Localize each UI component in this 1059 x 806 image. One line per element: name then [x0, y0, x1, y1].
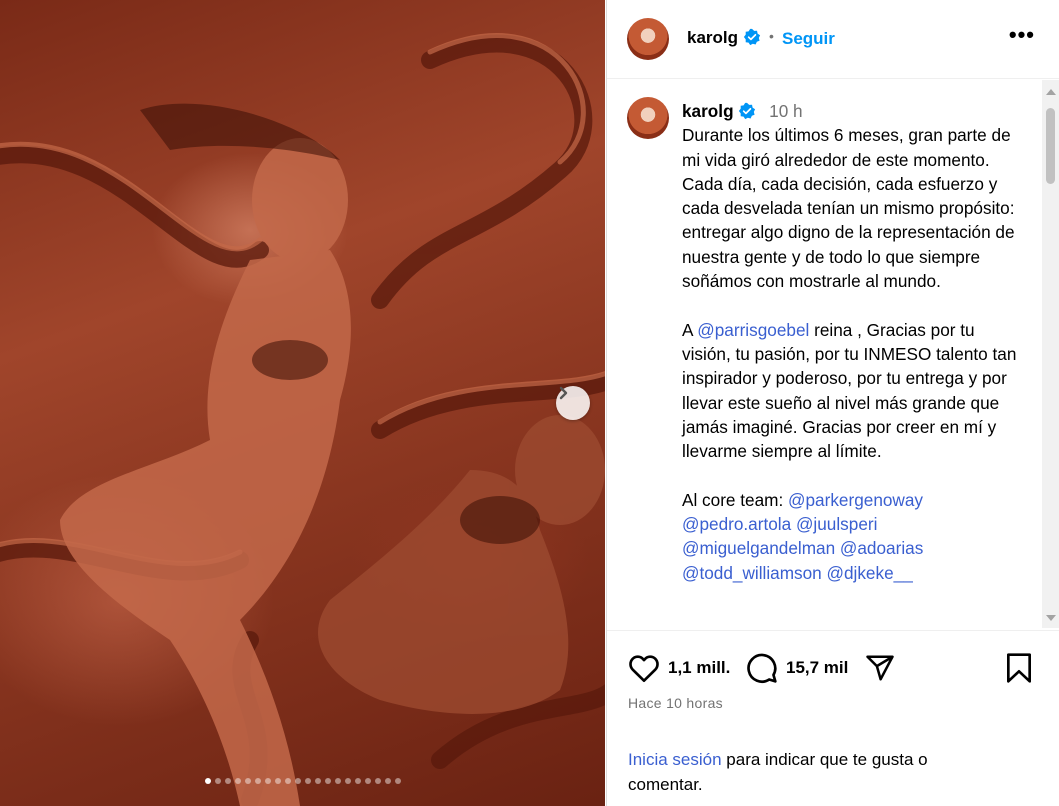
separator-dot: •	[769, 28, 774, 44]
caption-paragraph: Durante los últimos 6 meses, gran parte …	[682, 123, 1027, 293]
mention-link[interactable]: @adoarias	[840, 538, 923, 558]
username-link[interactable]: karolg	[687, 28, 761, 48]
bookmark-icon[interactable]	[1005, 652, 1033, 684]
caption-meta: karolg 10 h	[682, 99, 1027, 123]
caption-text: reina , Gracias por tu visión, tu pasión…	[682, 319, 1017, 462]
login-prompt: Inicia sesión para indicar que te gusta …	[628, 747, 988, 797]
mention-link[interactable]: @parrisgoebel	[697, 320, 809, 340]
caption-text: Durante los últimos 6 meses, gran parte …	[682, 125, 1015, 292]
post-time[interactable]: 10 h	[769, 101, 802, 121]
carousel-dot	[244, 778, 251, 784]
avatar[interactable]	[627, 97, 669, 139]
scroll-up-arrow[interactable]	[1046, 89, 1056, 95]
carousel-dot	[234, 778, 241, 784]
verified-badge-icon	[743, 28, 760, 46]
caption-paragraph: A @parrisgoebel reina , Gracias por tu v…	[682, 318, 1027, 464]
carousel-dot	[314, 778, 321, 784]
comment-icon[interactable]	[746, 652, 778, 684]
caption-scroll-area[interactable]: karolg 10 h Durante los últimos 6 meses,…	[607, 80, 1059, 630]
follow-button[interactable]: Seguir	[782, 29, 835, 49]
caption-username[interactable]: karolg	[682, 101, 734, 121]
carousel-dot	[284, 778, 291, 784]
caption-paragraph: Al core team: @parkergenoway @pedro.arto…	[682, 488, 1027, 585]
comment-count[interactable]: 15,7 mil	[786, 658, 848, 678]
carousel-dot	[224, 778, 231, 784]
carousel-dot	[364, 778, 371, 784]
post-header: karolg • Seguir •••	[607, 0, 1059, 79]
carousel-dot	[264, 778, 271, 784]
mention-link[interactable]: @pedro.artola	[682, 514, 791, 534]
carousel-dot	[374, 778, 381, 784]
login-link[interactable]: Inicia sesión	[628, 750, 722, 769]
mention-link[interactable]: @djkeke__	[827, 563, 913, 583]
mention-link[interactable]: @todd_williamson	[682, 563, 822, 583]
caption: karolg 10 h Durante los últimos 6 meses,…	[682, 99, 1027, 609]
more-icon[interactable]: •••	[1009, 22, 1035, 48]
chevron-right-icon	[559, 386, 568, 400]
avatar[interactable]	[627, 18, 669, 60]
caption-text: Al core team:	[682, 489, 789, 510]
username: karolg	[687, 28, 739, 47]
scrollbar[interactable]	[1042, 80, 1059, 628]
next-slide-button[interactable]	[556, 386, 590, 420]
mention-link[interactable]: @parkergenoway	[788, 490, 923, 510]
carousel-indicator	[0, 778, 605, 784]
carousel-dot	[304, 778, 311, 784]
scroll-down-arrow[interactable]	[1046, 615, 1056, 621]
send-icon[interactable]	[864, 653, 896, 683]
carousel-dot	[294, 778, 301, 784]
like-count[interactable]: 1,1 mill.	[668, 658, 730, 678]
verified-badge-icon	[739, 102, 756, 120]
carousel-dot	[204, 778, 211, 784]
carousel-dot	[254, 778, 261, 784]
carousel-dot	[324, 778, 331, 784]
carousel-dot	[354, 778, 361, 784]
carousel-dot	[214, 778, 221, 784]
photo-content	[0, 33, 605, 806]
mention-link[interactable]: @miguelgandelman	[682, 538, 835, 558]
carousel-dot	[344, 778, 351, 784]
post-timestamp: Hace 10 horas	[628, 695, 723, 711]
scrollbar-thumb[interactable]	[1046, 108, 1055, 184]
carousel-dot	[384, 778, 391, 784]
mention-link[interactable]: @juulsperi	[796, 514, 877, 534]
post-actions: 1,1 mill. 15,7 mil Hace 10 horas Inicia …	[607, 630, 1059, 806]
carousel-dot	[274, 778, 281, 784]
carousel-dot	[334, 778, 341, 784]
caption-body: Durante los últimos 6 meses, gran parte …	[682, 123, 1027, 585]
heart-icon[interactable]	[628, 653, 660, 683]
post-panel: karolg • Seguir ••• karolg 10 h Durante …	[606, 0, 1059, 806]
caption-text: A	[682, 319, 698, 340]
post-media[interactable]	[0, 0, 605, 806]
carousel-dot	[394, 778, 401, 784]
